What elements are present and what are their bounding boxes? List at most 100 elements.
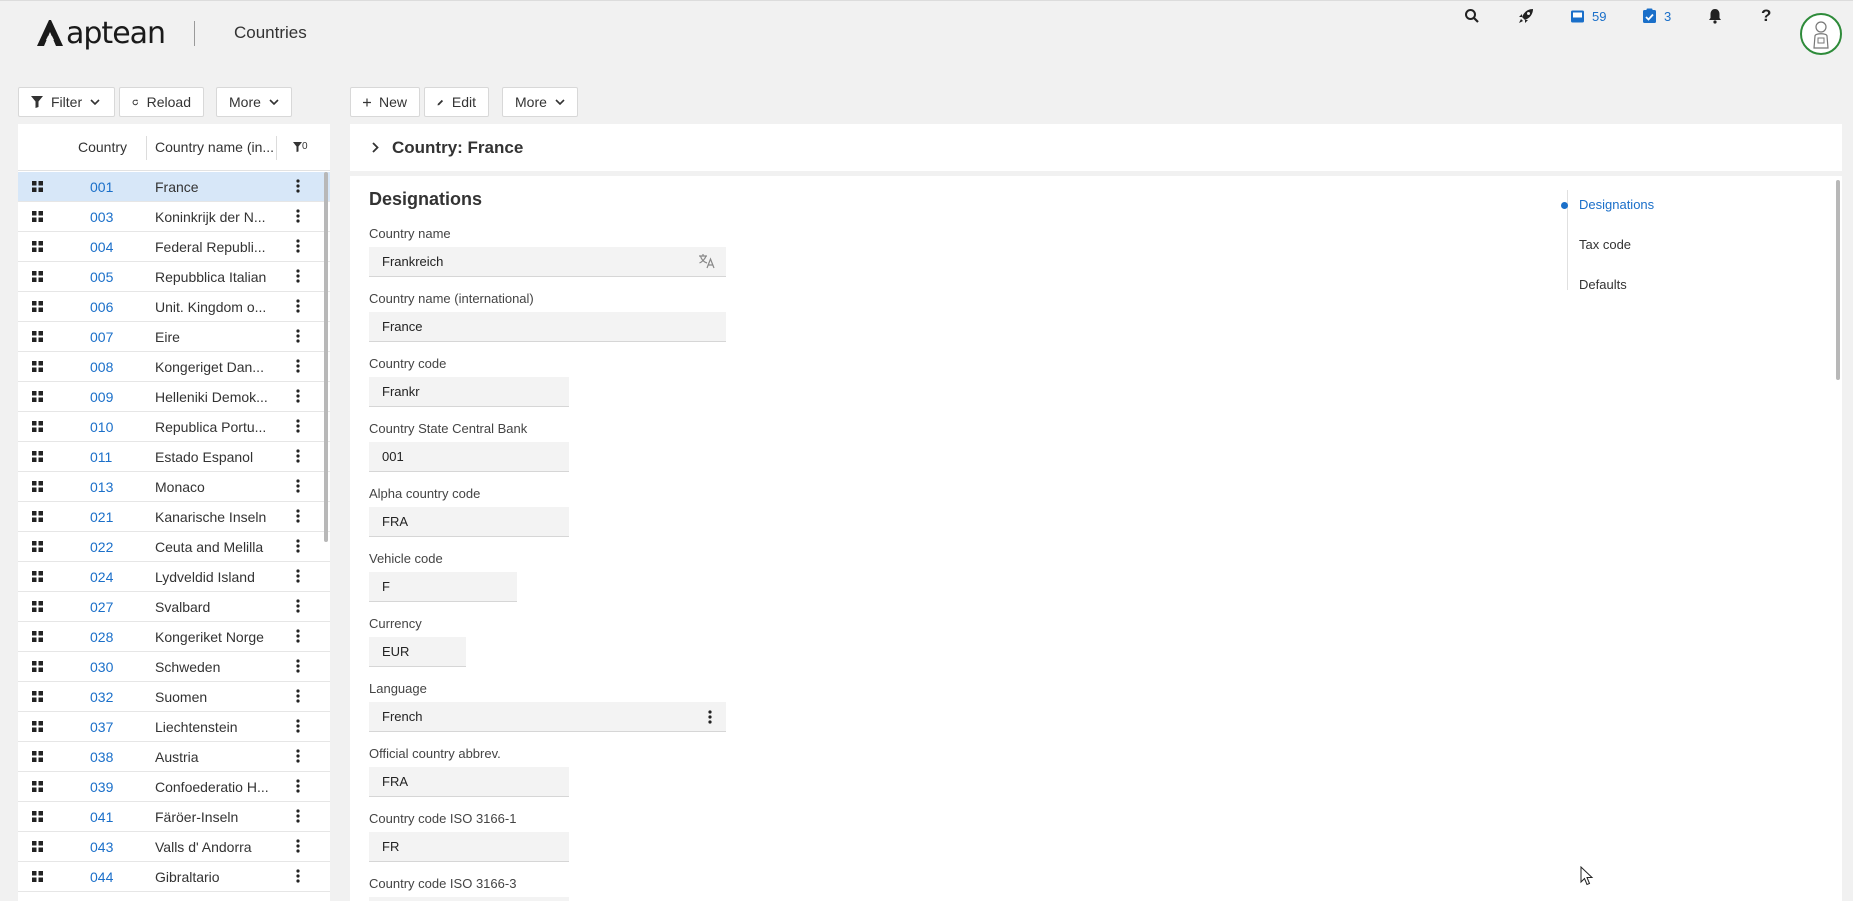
table-row[interactable]: 013 Monaco [18,472,330,502]
kebab-menu-icon[interactable] [296,659,300,673]
country-code-link[interactable]: 038 [90,749,113,765]
kebab-menu-icon[interactable] [296,869,300,883]
kebab-menu-icon[interactable] [296,179,300,193]
country-code-link[interactable]: 001 [90,179,113,195]
list-scrollbar[interactable] [324,172,328,542]
anchor-designations[interactable]: Designations [1579,197,1654,212]
table-row[interactable]: 004 Federal Republi... [18,232,330,262]
grid-icon[interactable] [32,391,43,402]
column-header-country-name[interactable]: Country name (in... [155,139,274,155]
anchor-defaults[interactable]: Defaults [1579,277,1627,292]
table-row[interactable]: 032 Suomen [18,682,330,712]
table-row[interactable]: 043 Valls d' Andorra [18,832,330,862]
column-divider[interactable] [276,136,277,160]
chevron-right-icon[interactable] [372,142,379,153]
table-row[interactable]: 021 Kanarische Inseln [18,502,330,532]
country-name-field[interactable]: Frankreich [369,247,726,277]
table-row[interactable]: 024 Lydveldid Island [18,562,330,592]
kebab-menu-icon[interactable] [296,779,300,793]
grid-icon[interactable] [32,511,43,522]
country-code-link[interactable]: 009 [90,389,113,405]
column-filter-button[interactable]: 0 [293,141,308,152]
kebab-menu-icon[interactable] [296,419,300,433]
country-code-link[interactable]: 008 [90,359,113,375]
detail-more-button[interactable]: More [502,87,578,117]
grid-icon[interactable] [32,331,43,342]
grid-icon[interactable] [32,691,43,702]
country-code-link[interactable]: 021 [90,509,113,525]
kebab-menu-icon[interactable] [296,329,300,343]
grid-icon[interactable] [32,661,43,672]
kebab-menu-icon[interactable] [296,479,300,493]
inbox-button[interactable]: 59 [1570,1,1606,31]
grid-icon[interactable] [32,631,43,642]
table-row[interactable]: 011 Estado Espanol [18,442,330,472]
grid-icon[interactable] [32,271,43,282]
kebab-menu-icon[interactable] [296,569,300,583]
new-button[interactable]: New [350,87,420,117]
country-code-link[interactable]: 010 [90,419,113,435]
reload-button[interactable]: Reload [119,87,204,117]
country-code-link[interactable]: 003 [90,209,113,225]
grid-icon[interactable] [32,841,43,852]
table-row[interactable]: 022 Ceuta and Melilla [18,532,330,562]
kebab-menu-icon[interactable] [296,299,300,313]
grid-icon[interactable] [32,361,43,372]
country-code-link[interactable]: 013 [90,479,113,495]
table-row[interactable]: 005 Repubblica Italian [18,262,330,292]
kebab-menu-icon[interactable] [296,839,300,853]
kebab-menu-icon[interactable] [708,710,712,724]
table-row[interactable]: 039 Confoederatio H... [18,772,330,802]
avatar[interactable] [1800,13,1842,55]
column-divider[interactable] [146,136,147,160]
grid-icon[interactable] [32,451,43,462]
kebab-menu-icon[interactable] [296,809,300,823]
iso-3166-1-field[interactable]: FR [369,832,569,862]
table-row[interactable]: 027 Svalbard [18,592,330,622]
table-row[interactable]: 006 Unit. Kingdom o... [18,292,330,322]
kebab-menu-icon[interactable] [296,719,300,733]
table-row[interactable]: 028 Kongeriket Norge [18,622,330,652]
country-code-link[interactable]: 032 [90,689,113,705]
grid-icon[interactable] [32,871,43,882]
table-row[interactable]: 007 Eire [18,322,330,352]
rocket-icon[interactable] [1517,1,1535,31]
grid-icon[interactable] [32,601,43,612]
kebab-menu-icon[interactable] [296,359,300,373]
country-code-link[interactable]: 037 [90,719,113,735]
country-code-link[interactable]: 043 [90,839,113,855]
country-code-field[interactable]: Frankr [369,377,569,407]
iso-3166-3-field[interactable] [369,897,569,901]
grid-icon[interactable] [32,181,43,192]
kebab-menu-icon[interactable] [296,599,300,613]
currency-field[interactable]: EUR [369,637,466,667]
table-row[interactable]: 037 Liechtenstein [18,712,330,742]
table-row[interactable]: 030 Schweden [18,652,330,682]
grid-icon[interactable] [32,541,43,552]
grid-icon[interactable] [32,211,43,222]
country-code-link[interactable]: 024 [90,569,113,585]
country-code-link[interactable]: 039 [90,779,113,795]
alpha-code-field[interactable]: FRA [369,507,569,537]
kebab-menu-icon[interactable] [296,539,300,553]
grid-icon[interactable] [32,721,43,732]
list-more-button[interactable]: More [216,87,292,117]
table-row[interactable]: 003 Koninkrijk der N... [18,202,330,232]
kebab-menu-icon[interactable] [296,629,300,643]
search-icon[interactable] [1464,1,1480,31]
kebab-menu-icon[interactable] [296,509,300,523]
country-code-link[interactable]: 004 [90,239,113,255]
tasks-button[interactable]: 3 [1642,1,1671,31]
country-code-link[interactable]: 007 [90,329,113,345]
aptean-logo[interactable]: aptean [36,16,166,51]
kebab-menu-icon[interactable] [296,449,300,463]
table-row[interactable]: 038 Austria [18,742,330,772]
country-code-link[interactable]: 030 [90,659,113,675]
country-code-link[interactable]: 041 [90,809,113,825]
grid-icon[interactable] [32,811,43,822]
central-bank-field[interactable]: 001 [369,442,569,472]
country-code-link[interactable]: 005 [90,269,113,285]
country-code-link[interactable]: 044 [90,869,113,885]
kebab-menu-icon[interactable] [296,389,300,403]
vehicle-code-field[interactable]: F [369,572,517,602]
